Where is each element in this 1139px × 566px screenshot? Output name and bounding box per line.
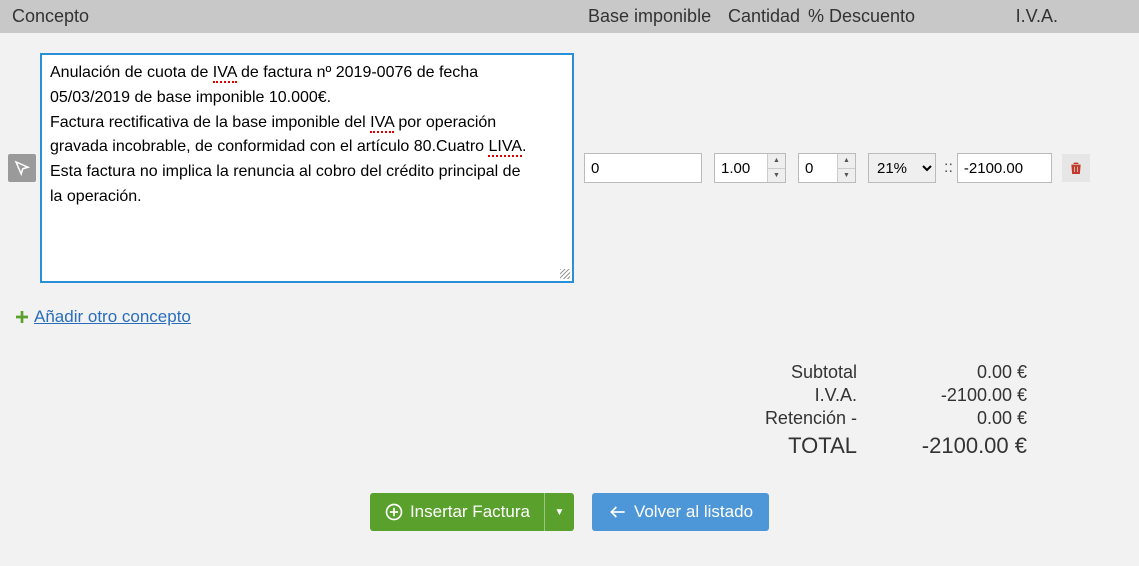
header-iva: I.V.A. <box>938 6 1058 27</box>
actions-bar: Insertar Factura ▼ Volver al listado <box>0 493 1139 541</box>
trash-icon <box>1068 159 1084 177</box>
header-cantidad: Cantidad <box>728 6 808 27</box>
back-to-list-button[interactable]: Volver al listado <box>592 493 769 531</box>
subtotal-label: Subtotal <box>791 362 857 383</box>
stepper-down-icon[interactable]: ▼ <box>838 169 855 183</box>
header-base: Base imponible <box>588 6 728 27</box>
retencion-value: 0.00 € <box>887 408 1027 429</box>
stepper-down-icon[interactable]: ▼ <box>768 169 785 183</box>
plus-icon <box>14 309 30 325</box>
stepper-up-icon[interactable]: ▲ <box>838 154 855 169</box>
retencion-label: Retención - <box>765 408 857 429</box>
cursor-icon <box>13 159 31 177</box>
header-concepto: Concepto <box>8 6 588 27</box>
plus-circle-icon <box>384 502 404 522</box>
iva-separator: :: <box>944 159 953 177</box>
resize-grip-icon[interactable] <box>560 269 570 279</box>
header-descuento: % Descuento <box>808 6 938 27</box>
iva-amount-input[interactable] <box>957 153 1052 183</box>
add-concept-label: Añadir otro concepto <box>34 307 191 327</box>
insert-invoice-button[interactable]: Insertar Factura ▼ <box>370 493 574 531</box>
iva-value: -2100.00 € <box>887 385 1027 406</box>
totals-panel: Subtotal 0.00 € I.V.A. -2100.00 € Retenc… <box>0 362 1139 459</box>
base-input[interactable] <box>584 153 702 183</box>
total-label: TOTAL <box>788 433 857 459</box>
quantity-stepper[interactable]: ▲ ▼ <box>767 154 785 182</box>
delete-button[interactable] <box>1062 154 1090 182</box>
total-value: -2100.00 € <box>887 433 1027 459</box>
iva-label: I.V.A. <box>815 385 857 406</box>
back-to-list-label: Volver al listado <box>634 502 753 522</box>
add-concept-link[interactable]: Añadir otro concepto <box>14 307 191 327</box>
subtotal-value: 0.00 € <box>887 362 1027 383</box>
iva-select[interactable]: 21% <box>868 153 936 183</box>
concept-textarea[interactable]: Anulación de cuota de IVA de factura nº … <box>40 53 574 283</box>
line-item-row: Anulación de cuota de IVA de factura nº … <box>0 53 1139 283</box>
drag-handle[interactable] <box>8 154 36 182</box>
stepper-up-icon[interactable]: ▲ <box>768 154 785 169</box>
arrow-left-icon <box>608 502 628 522</box>
chevron-down-icon: ▼ <box>555 507 565 518</box>
discount-stepper[interactable]: ▲ ▼ <box>837 154 855 182</box>
concept-text: Anulación de cuota de IVA de factura nº … <box>50 61 564 210</box>
insert-invoice-label: Insertar Factura <box>410 502 530 522</box>
table-header: Concepto Base imponible Cantidad % Descu… <box>0 0 1139 33</box>
insert-invoice-split[interactable]: ▼ <box>544 493 574 531</box>
